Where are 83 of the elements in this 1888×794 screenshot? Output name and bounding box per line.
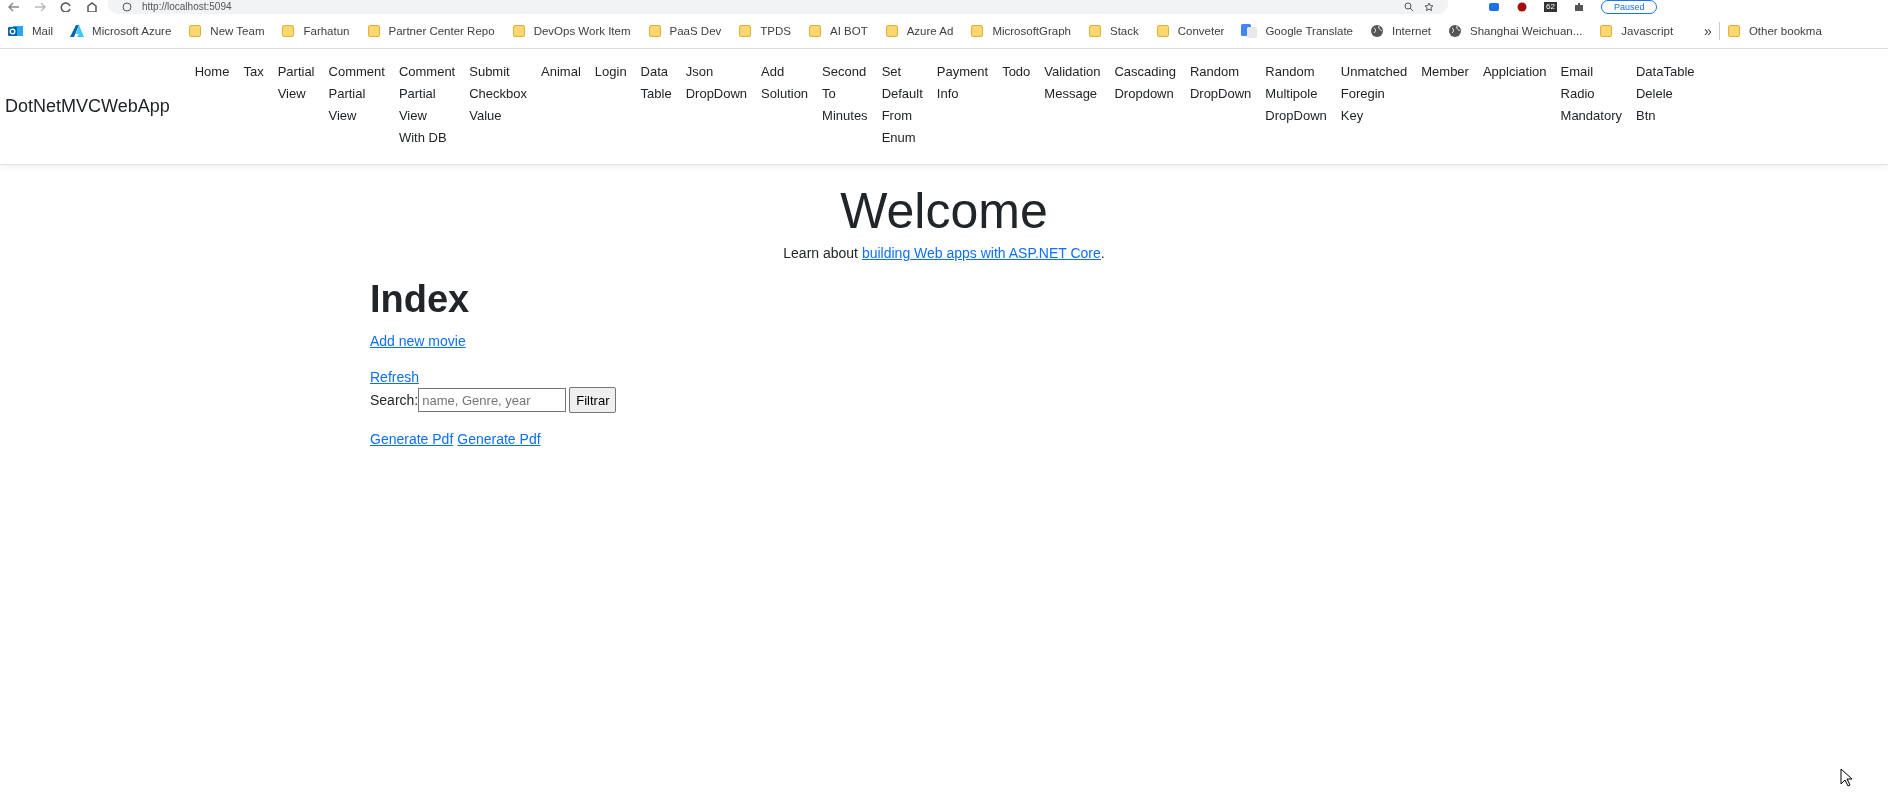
globe-icon [1448,24,1462,38]
more-bookmarks-button[interactable]: » [1704,23,1712,39]
bookmark[interactable]: DevOps Work Item [511,24,631,38]
home-icon[interactable] [86,2,98,12]
refresh-link[interactable]: Refresh [370,369,420,385]
docs-link[interactable]: building Web apps with ASP.NET Core [861,245,1101,261]
bookmark[interactable]: New Team [188,24,265,38]
extension-icon[interactable] [1516,2,1528,12]
other-bookmarks[interactable]: Other bookma [1726,24,1822,38]
reload-icon[interactable] [60,2,72,12]
nav-link[interactable]: Random DropDown [1182,61,1259,149]
nav-link[interactable]: Set Default From Enum [874,61,930,149]
welcome-heading: Welcome [839,182,1049,241]
nav-link[interactable]: Partial View [270,61,322,149]
nav-link[interactable]: Member [1414,61,1476,149]
bookmark[interactable]: Javascript [1599,24,1674,38]
mail-icon [8,24,24,38]
intro-text: Learn about building Web apps with ASP.NET Core. [782,245,1106,261]
bookmark[interactable]: TPDS [738,24,791,38]
page-title: Index [370,277,471,321]
folder-icon [511,24,526,38]
nav-link[interactable]: Home [187,61,237,149]
nav-link[interactable]: Payment Info [929,61,996,149]
bookmark[interactable]: Partner Center Repo [366,24,495,38]
generate-pdf-link[interactable]: Generate Pdf [457,429,541,449]
folder-icon [970,24,985,38]
nav-link[interactable]: Tax [236,61,271,149]
bookmark[interactable]: Google Translate [1241,24,1353,38]
folder-icon [1726,24,1741,38]
folder-icon [884,24,899,38]
folder-icon [366,24,381,38]
extension-badge[interactable]: 62 [1544,2,1557,12]
add-movie-link[interactable]: Add new movie [370,333,466,349]
brand-link[interactable]: DotNetMVCWebApp [5,96,170,117]
nav-link[interactable]: Applciation [1475,61,1554,149]
nav-link[interactable]: Validation Message [1037,61,1108,149]
translate-icon [1241,24,1258,38]
bookmark[interactable]: Farhatun [281,24,350,38]
folder-icon [647,24,662,38]
generate-pdf-link[interactable]: Generate Pdf [370,429,454,449]
star-icon[interactable] [1424,2,1434,12]
nav-link[interactable]: Comment Partial View With DB [391,61,463,149]
folder-icon [1599,24,1614,38]
bookmark[interactable]: Microsoft Azure [70,24,172,38]
search-icon[interactable] [1404,2,1414,12]
address-bar[interactable]: http://localhost:5094 [108,0,1448,14]
filter-button[interactable]: Filtrar [569,387,617,413]
extension-icon[interactable] [1488,2,1500,12]
folder-icon [808,24,822,38]
bookmark[interactable]: Shanghai Weichuan... [1448,24,1583,38]
folder-icon [738,24,753,38]
globe-icon [1370,24,1384,38]
nav-link[interactable]: Add Solution [754,61,816,149]
bookmark[interactable]: Conveter [1155,24,1225,38]
nav-link[interactable]: Random Multipole DropDown [1258,61,1334,149]
bookmark[interactable]: Mail [8,24,54,38]
search-field[interactable]: name, Genre, year [418,388,567,412]
cursor-icon [1840,768,1854,788]
nav-link[interactable]: Second To Minutes [815,61,875,149]
folder-icon [188,24,203,38]
bookmark[interactable]: Azure Ad [884,24,954,38]
nav-link[interactable]: Unmatched Foregin Key [1333,61,1415,149]
nav-link[interactable]: Login [587,61,634,149]
bookmark[interactable]: PaaS Dev [647,24,722,38]
nav-link[interactable]: Email Radio Mandatory [1553,61,1629,149]
nav-link[interactable]: Animal [534,61,588,149]
folder-icon [1088,24,1102,38]
nav-link[interactable]: Data Table [633,61,679,149]
nav-link[interactable]: DataTable Delele Btn [1628,61,1702,149]
bookmark[interactable]: Internet [1370,24,1431,38]
back-icon[interactable] [8,2,20,12]
nav-link[interactable]: Cascading Dropdown [1107,61,1183,149]
bookmark[interactable]: Stack [1088,24,1139,38]
nav-link[interactable]: Json DropDown [678,61,755,149]
folder-icon [281,24,296,38]
bookmark[interactable]: MicrosoftGraph [970,24,1071,38]
nav-link[interactable]: Todo [995,61,1038,149]
azure-icon [70,24,85,38]
nav-link[interactable]: Comment Partial View [321,61,392,149]
nav-link[interactable]: Submit Checkbox Value [462,61,535,149]
search-label: Search: [370,392,419,408]
bookmark[interactable]: AI BOT [808,24,868,38]
folder-icon [1155,24,1170,38]
